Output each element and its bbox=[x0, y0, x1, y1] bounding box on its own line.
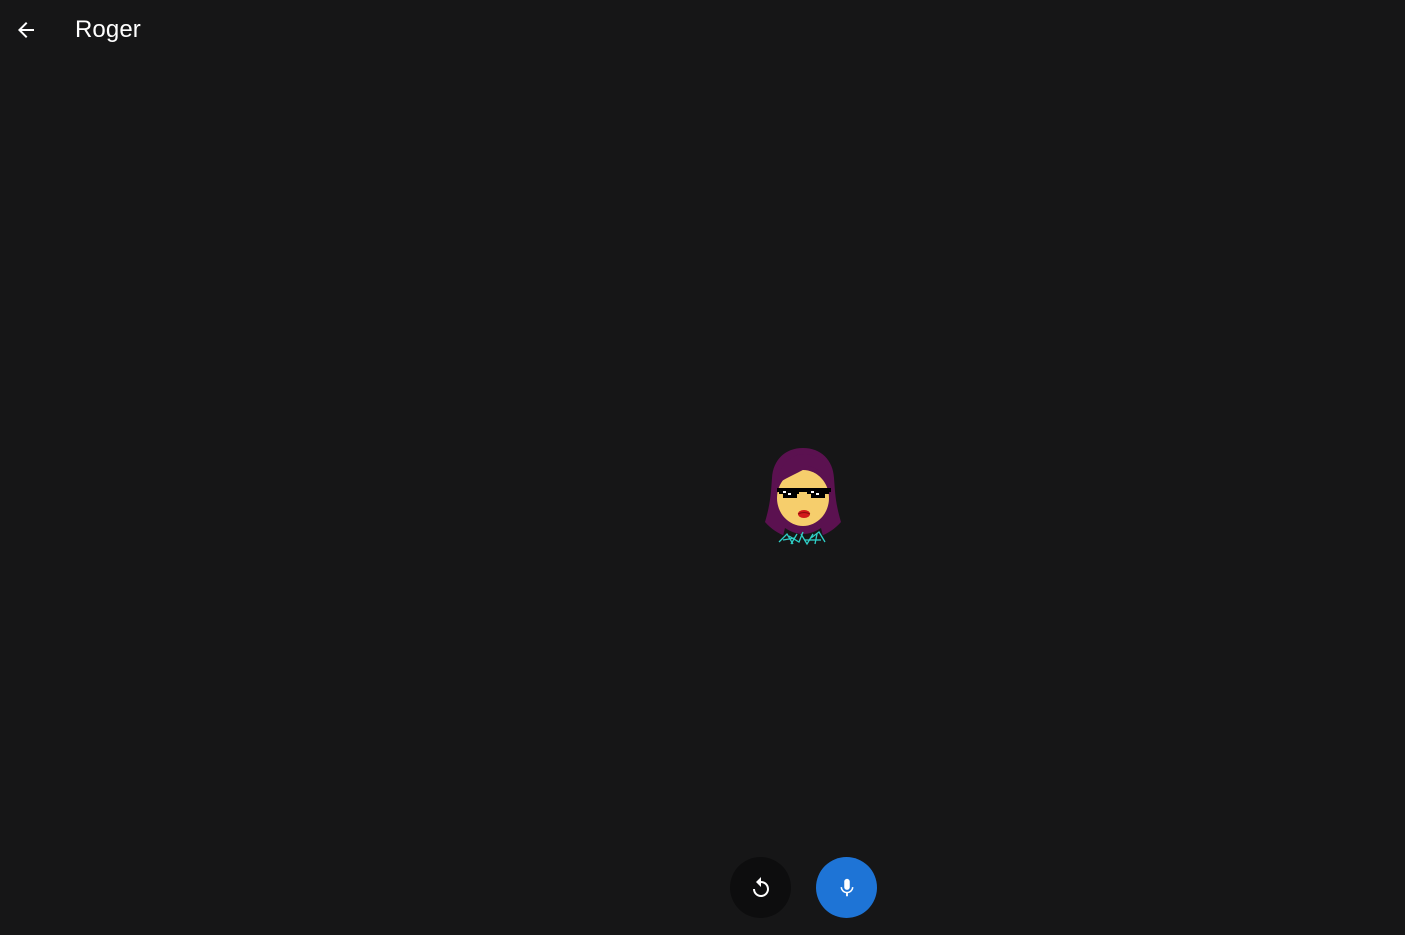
app-window: Roger bbox=[0, 0, 1405, 935]
call-controls bbox=[730, 857, 880, 919]
page-title: Roger bbox=[75, 16, 141, 43]
microphone-icon bbox=[840, 878, 853, 896]
arrow-left-icon bbox=[18, 22, 34, 38]
top-bar: Roger bbox=[0, 0, 1405, 62]
refresh-icon bbox=[752, 876, 769, 897]
character-avatar bbox=[755, 444, 851, 554]
avatar-illustration bbox=[765, 448, 841, 546]
back-button[interactable] bbox=[6, 10, 46, 50]
reset-button[interactable] bbox=[730, 857, 791, 918]
microphone-button[interactable] bbox=[816, 857, 877, 918]
